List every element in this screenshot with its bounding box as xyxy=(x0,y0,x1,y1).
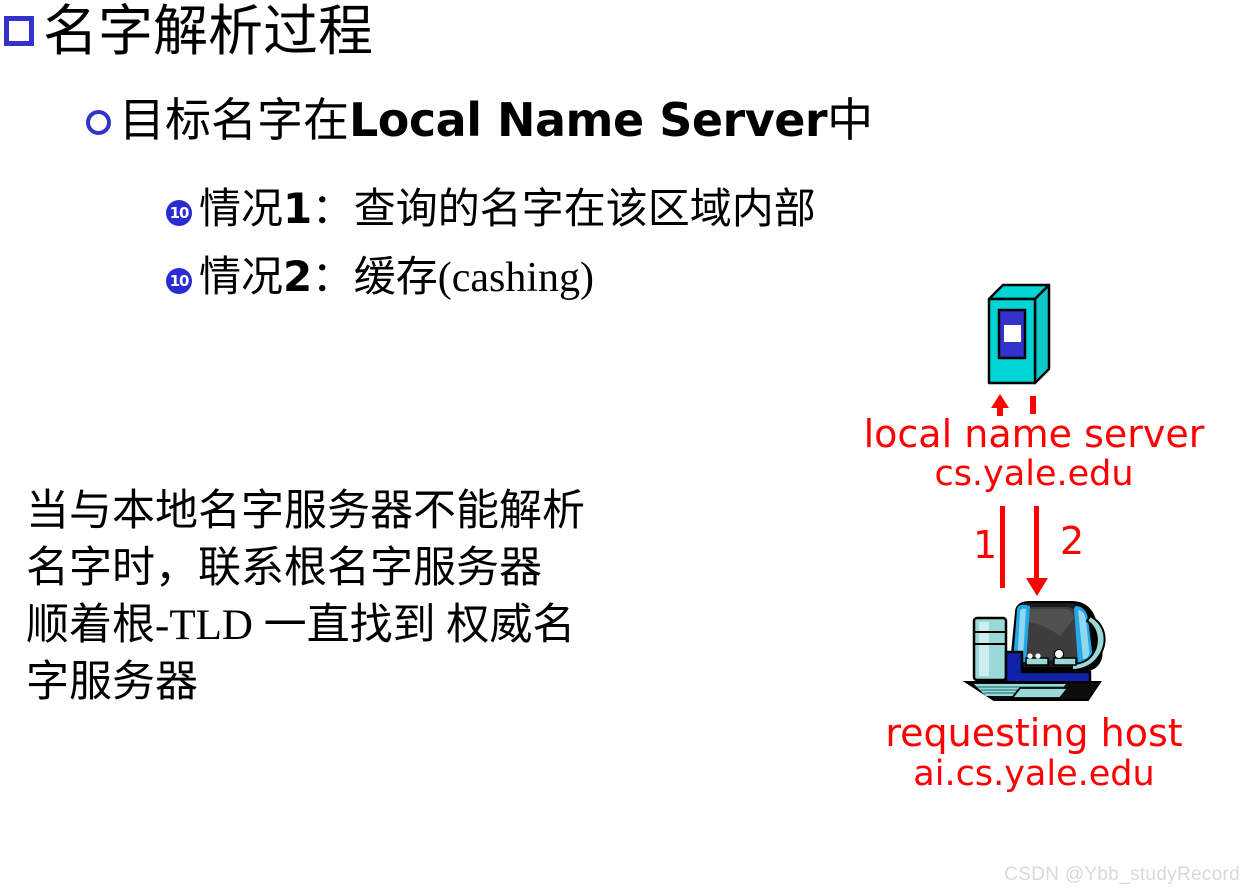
case1-prefix: 情况 xyxy=(199,187,284,233)
host-caption-name: requesting host xyxy=(885,711,1183,755)
circled-ten-bullet-icon: 10 xyxy=(166,268,192,294)
arrow-label-1: 1 xyxy=(973,523,998,567)
outline-level1-item: 名字解析过程 xyxy=(4,2,373,62)
case1-suffix: ：查询的名字在该区域内部 xyxy=(311,187,816,233)
dns-resolution-diagram: 1 2 local name server cs.yale.edu reques… xyxy=(820,278,1248,892)
query-arrow-line xyxy=(1000,506,1005,588)
outline-level3-label-case1: 情况1：查询的名字在该区域内部 xyxy=(199,184,816,235)
reply-arrow-head-icon xyxy=(1026,578,1048,596)
outline-level2-cjk-suffix: 中 xyxy=(827,95,874,146)
server-tower-icon xyxy=(987,283,1051,385)
desktop-computer-icon xyxy=(962,601,1106,701)
outline-level3-item-case1: 10 情况1：查询的名字在该区域内部 xyxy=(166,184,816,235)
case2-prefix: 情况 xyxy=(199,255,284,301)
csdn-watermark: CSDN @Ybb_studyRecord xyxy=(1004,864,1240,885)
server-caption-hostname: cs.yale.edu xyxy=(934,454,1134,494)
circled-ten-bullet-icon: 10 xyxy=(166,200,192,226)
outline-level2-latin: Local Name Server xyxy=(349,93,828,147)
outline-level3-item-case2: 10 情况2：缓存(cashing) xyxy=(166,252,594,303)
square-bullet-icon xyxy=(4,16,34,46)
outline-level3-label-case2: 情况2：缓存(cashing) xyxy=(199,252,594,303)
case2-suffix: ：缓存(cashing) xyxy=(311,255,595,301)
reply-arrow-line xyxy=(1034,506,1039,588)
arrow-label-2: 2 xyxy=(1060,519,1085,563)
circle-bullet-icon xyxy=(86,110,111,135)
outline-level2-cjk-prefix: 目标名字在 xyxy=(119,95,349,146)
explanatory-paragraph: 当与本地名字服务器不能解析 名字时，联系根名字服务器 顺着根-TLD 一直找到 … xyxy=(26,488,585,706)
case2-number: 2 xyxy=(283,252,312,301)
outline-level2-item: 目标名字在Local Name Server中 xyxy=(86,94,873,147)
case1-number: 1 xyxy=(283,184,312,233)
host-caption-hostname: ai.cs.yale.edu xyxy=(913,754,1155,794)
outline-level1-label: 名字解析过程 xyxy=(43,1,374,62)
outline-level2-label: 目标名字在Local Name Server中 xyxy=(119,94,873,147)
server-caption-name: local name server xyxy=(863,412,1205,456)
